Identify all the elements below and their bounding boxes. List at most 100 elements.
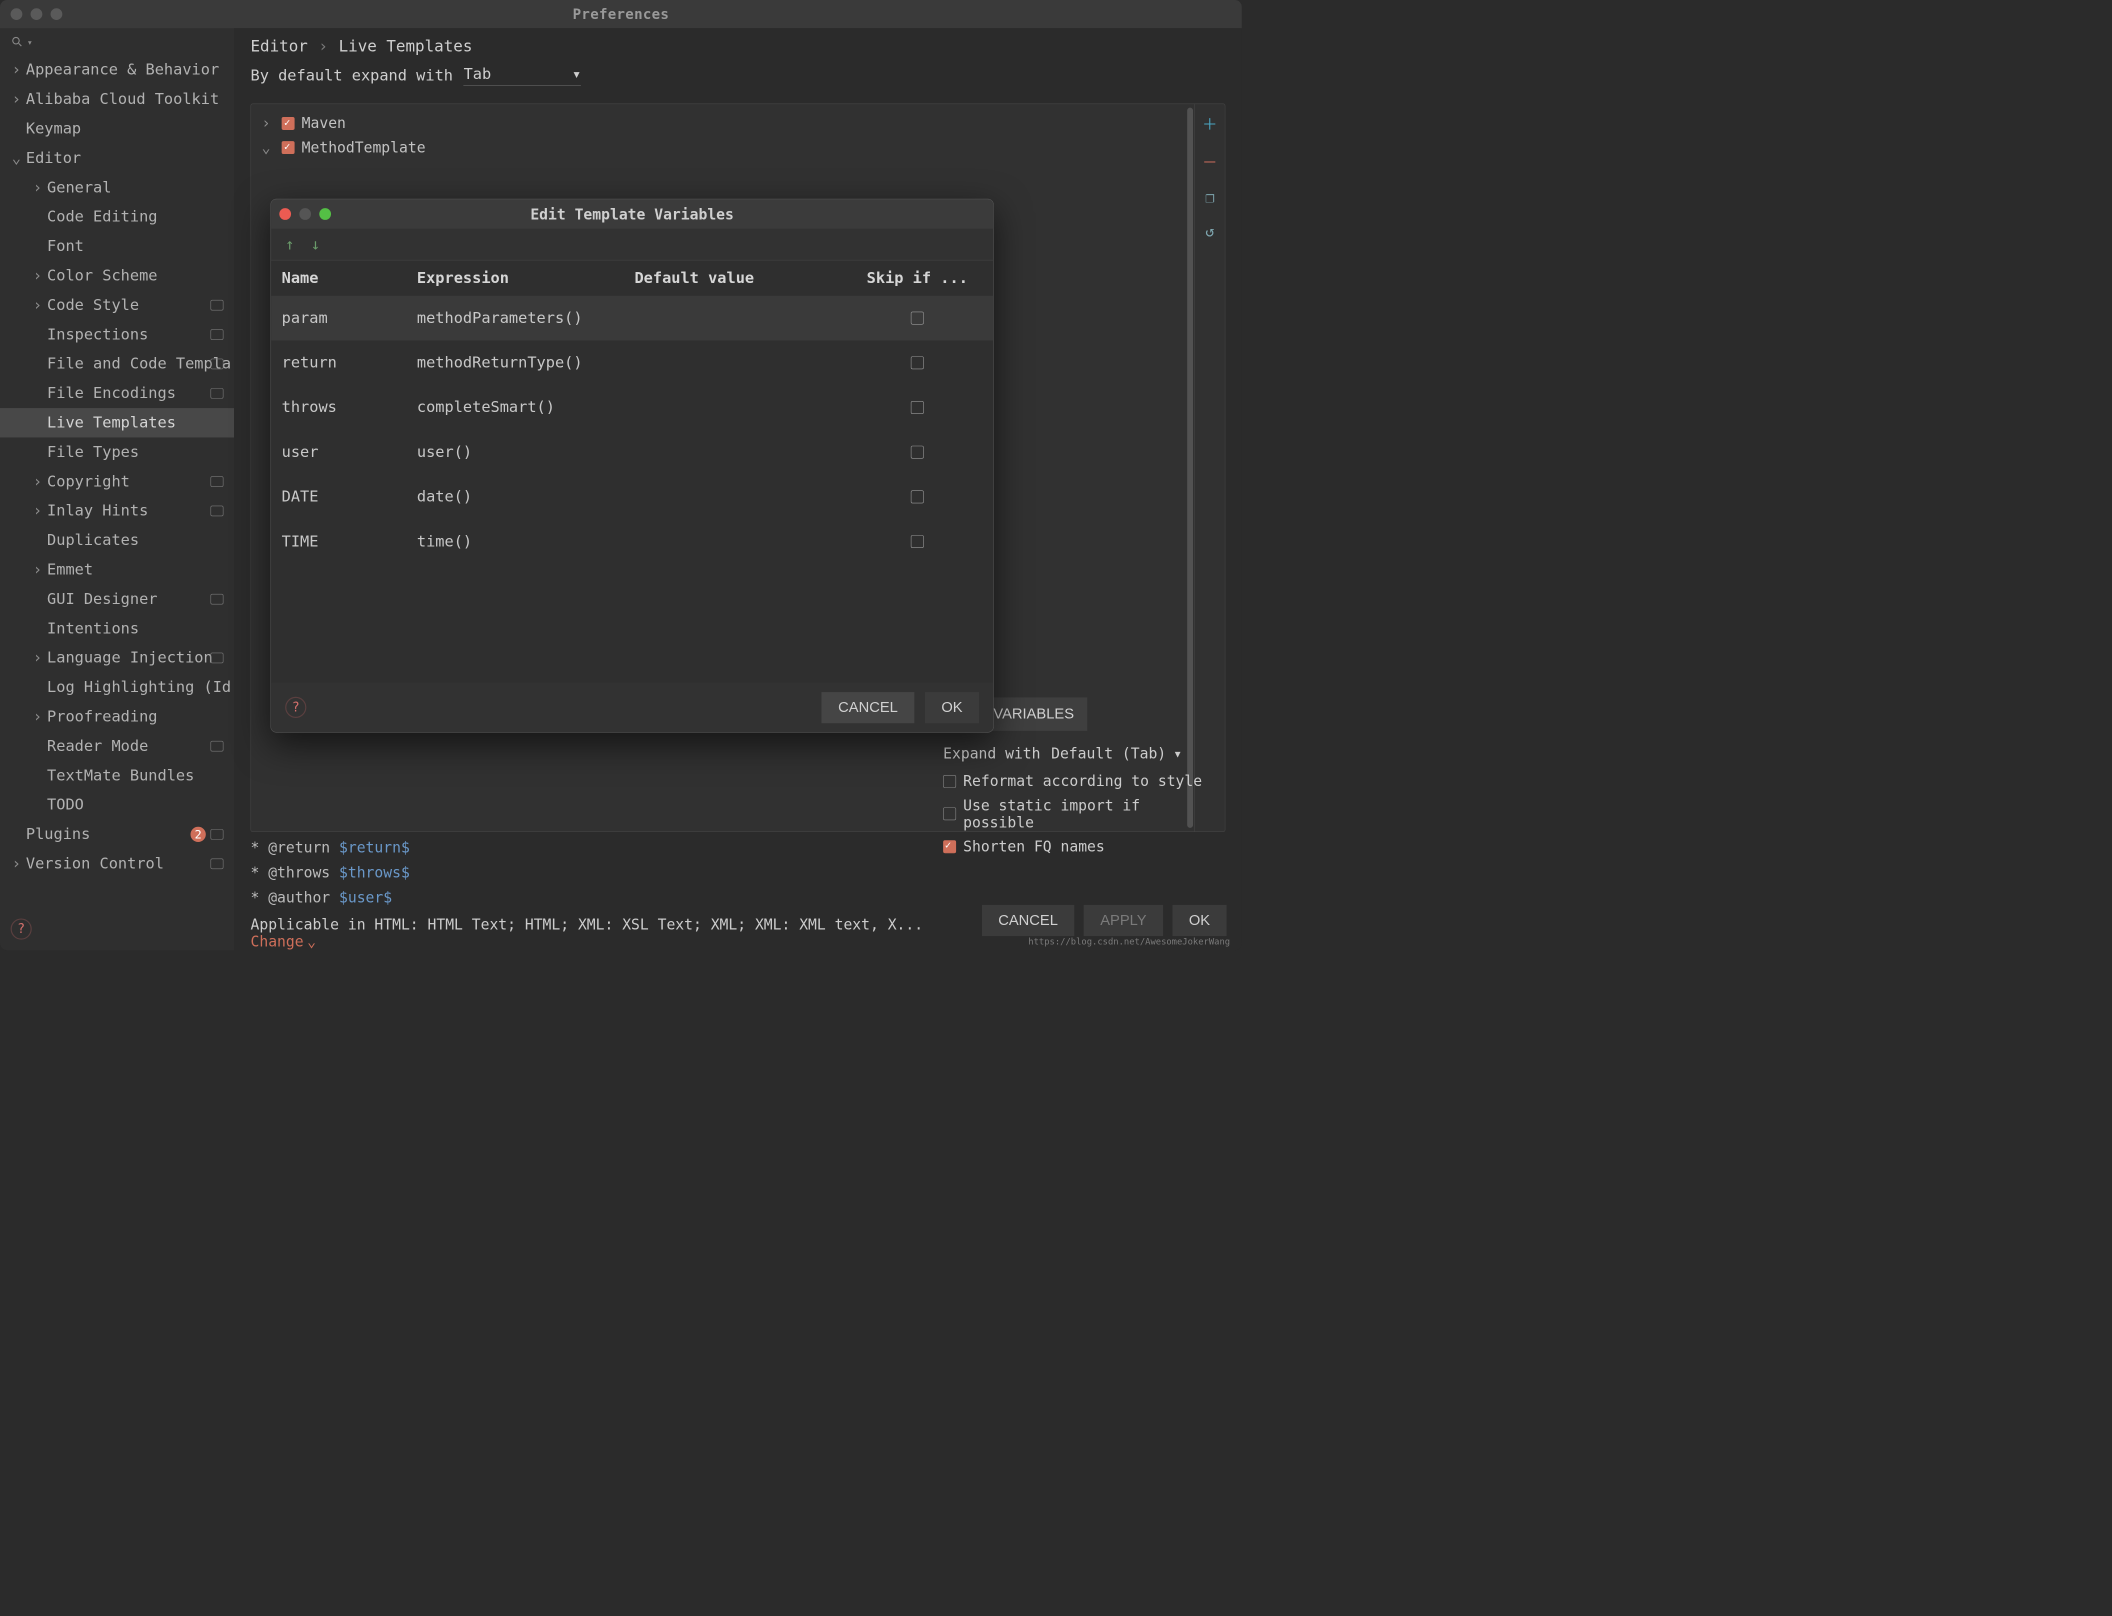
chevron-down-icon: ▾ (572, 65, 581, 83)
table-row[interactable]: returnmethodReturnType() (271, 340, 993, 385)
move-up-icon[interactable]: ↑ (285, 235, 294, 253)
help-button[interactable]: ? (11, 918, 32, 939)
template-group[interactable]: ⌄MethodTemplate (251, 135, 1194, 159)
help-button[interactable]: ? (285, 697, 306, 718)
reformat-checkbox[interactable] (943, 775, 956, 788)
sidebar-item[interactable]: Duplicates (0, 526, 234, 555)
expand-with-select[interactable]: Tab ▾ (464, 65, 582, 86)
sidebar-item[interactable]: ›Inlay Hints (0, 496, 234, 525)
sidebar-item[interactable]: TODO (0, 790, 234, 819)
sidebar-item-label: Code Style (47, 298, 139, 313)
sidebar-item[interactable]: ›Version Control (0, 849, 234, 878)
sidebar-item-label: File and Code Templa (47, 356, 231, 371)
remove-icon[interactable]: － (1202, 151, 1217, 173)
sidebar-item-label: Inlay Hints (47, 503, 148, 518)
modal-titlebar: Edit Template Variables (271, 199, 993, 228)
add-icon[interactable]: ＋ (1202, 112, 1217, 134)
sidebar-item[interactable]: ›Copyright (0, 467, 234, 496)
chevron-icon: › (33, 709, 47, 724)
sidebar-item-label: Emmet (47, 562, 93, 577)
sidebar-item[interactable]: Plugins2 (0, 820, 234, 849)
sidebar-item-label: Duplicates (47, 533, 139, 548)
sidebar-item[interactable]: GUI Designer (0, 584, 234, 613)
modal-cancel-button[interactable]: CANCEL (822, 692, 915, 723)
breadcrumb-root[interactable]: Editor (250, 38, 307, 56)
scope-icon (211, 388, 224, 399)
scope-icon (211, 329, 224, 340)
sidebar-item[interactable]: Font (0, 232, 234, 261)
group-label: Maven (302, 115, 346, 132)
sidebar-item-label: Intentions (47, 621, 139, 636)
search-input[interactable]: ▾ (0, 28, 234, 55)
table-header: Name Expression Default value Skip if ..… (271, 260, 993, 295)
sidebar-item[interactable]: Live Templates (0, 408, 234, 437)
sidebar-item-label: Color Scheme (47, 268, 157, 283)
scope-icon (211, 858, 224, 869)
settings-tree[interactable]: ›Appearance & Behavior›Alibaba Cloud Too… (0, 55, 234, 912)
table-row[interactable]: DATEdate() (271, 475, 993, 520)
cancel-button[interactable]: CANCEL (982, 905, 1075, 936)
expand-with-label: By default expand with (250, 67, 452, 85)
chevron-icon: › (33, 474, 47, 489)
sidebar-item[interactable]: Log Highlighting (Id (0, 673, 234, 702)
chevron-icon: › (33, 298, 47, 313)
duplicate-icon[interactable]: ❐ (1205, 189, 1214, 207)
scope-icon (211, 359, 224, 370)
shorten-fq-checkbox[interactable] (943, 840, 956, 853)
chevron-icon: › (33, 268, 47, 283)
group-checkbox[interactable] (282, 141, 295, 154)
sidebar-item[interactable]: ›Code Style (0, 290, 234, 319)
scope-icon (211, 476, 224, 487)
sidebar-item[interactable]: Code Editing (0, 202, 234, 231)
group-checkbox[interactable] (282, 117, 295, 130)
modal-ok-button[interactable]: OK (925, 692, 979, 723)
sidebar-item[interactable]: ›Proofreading (0, 702, 234, 731)
skip-checkbox[interactable] (911, 356, 924, 369)
sidebar-item[interactable]: ›Color Scheme (0, 261, 234, 290)
sidebar-item[interactable]: File and Code Templa (0, 349, 234, 378)
variables-table[interactable]: Name Expression Default value Skip if ..… (271, 260, 993, 682)
sidebar-item[interactable]: Intentions (0, 614, 234, 643)
sidebar-item[interactable]: TextMate Bundles (0, 761, 234, 790)
skip-checkbox[interactable] (911, 312, 924, 325)
scope-icon (211, 829, 224, 840)
sidebar-item-label: File Encodings (47, 386, 176, 401)
sidebar-item[interactable]: File Encodings (0, 379, 234, 408)
move-down-icon[interactable]: ↓ (311, 235, 320, 253)
scope-icon (211, 594, 224, 605)
sidebar-item[interactable]: Reader Mode (0, 731, 234, 760)
chevron-down-icon: ⌄ (307, 933, 316, 950)
skip-checkbox[interactable] (911, 535, 924, 548)
table-row[interactable]: TIMEtime() (271, 519, 993, 564)
skip-checkbox[interactable] (911, 401, 924, 414)
sidebar-item[interactable]: ›Language Injection (0, 643, 234, 672)
sidebar-item[interactable]: File Types (0, 437, 234, 466)
sidebar-item-label: Version Control (26, 856, 164, 871)
table-row[interactable]: parammethodParameters() (271, 296, 993, 341)
sidebar-item[interactable]: ⌄Editor (0, 143, 234, 172)
sidebar-item[interactable]: ›Appearance & Behavior (0, 55, 234, 84)
sidebar-item[interactable]: ›General (0, 173, 234, 202)
sidebar-item-label: File Types (47, 445, 139, 460)
modal-footer: ? CANCEL OK (271, 683, 993, 732)
static-import-checkbox[interactable] (943, 807, 956, 820)
apply-button[interactable]: APPLY (1084, 905, 1163, 936)
restore-icon[interactable]: ↺ (1205, 223, 1214, 241)
breadcrumb: Editor › Live Templates (234, 28, 1242, 63)
sidebar-item[interactable]: ›Alibaba Cloud Toolkit (0, 85, 234, 114)
sidebar-item[interactable]: Keymap (0, 114, 234, 143)
sidebar: ▾ ›Appearance & Behavior›Alibaba Cloud T… (0, 28, 234, 950)
chevron-icon: ⌄ (262, 139, 275, 156)
template-group[interactable]: ›Maven (251, 111, 1194, 135)
table-row[interactable]: useruser() (271, 430, 993, 475)
skip-checkbox[interactable] (911, 446, 924, 459)
dialog-buttons: CANCEL APPLY OK (982, 905, 1227, 936)
sidebar-item[interactable]: Inspections (0, 320, 234, 349)
sidebar-item[interactable]: ›Emmet (0, 555, 234, 584)
template-expand-with-label: Expand with (943, 745, 1040, 762)
ok-button[interactable]: OK (1172, 905, 1226, 936)
skip-checkbox[interactable] (911, 490, 924, 503)
table-row[interactable]: throwscompleteSmart() (271, 385, 993, 430)
template-expand-with-select[interactable]: Default (Tab) ▾ (1051, 745, 1182, 762)
change-context-link[interactable]: Change ⌄ (250, 933, 315, 950)
